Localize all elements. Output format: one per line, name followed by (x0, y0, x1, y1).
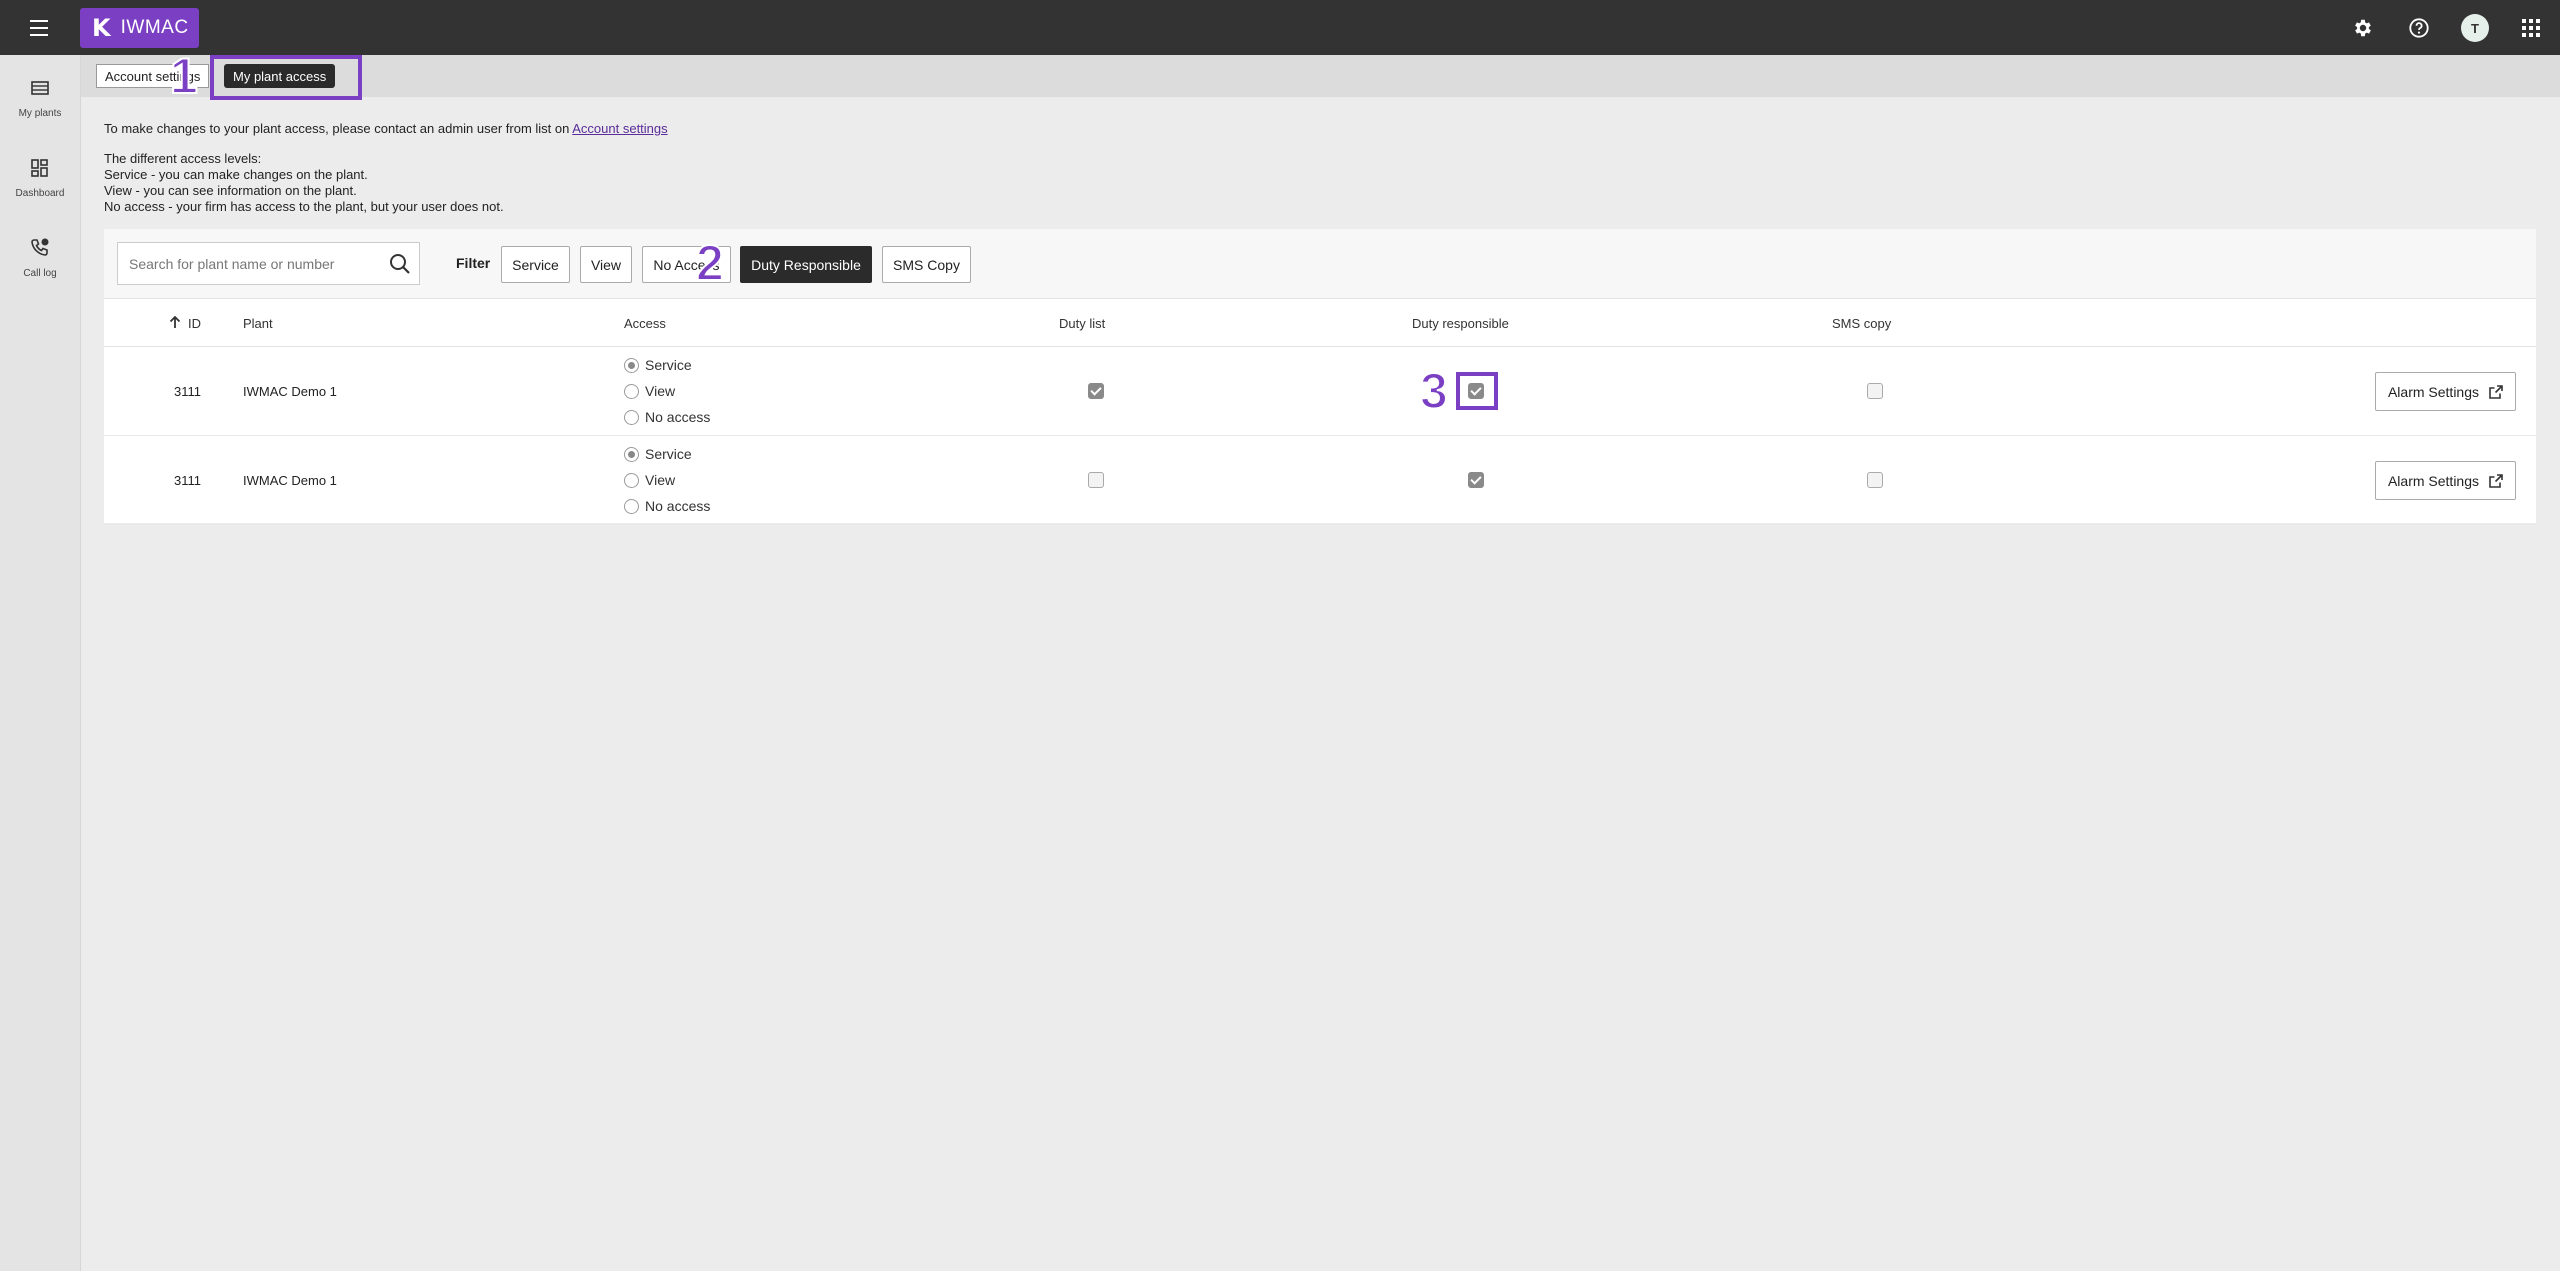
sms-copy-checkbox[interactable] (1867, 472, 1883, 488)
alarm-settings-button[interactable]: Alarm Settings (2375, 461, 2516, 500)
access-radio-service[interactable]: Service (624, 446, 692, 462)
sidebar-item-dashboard[interactable]: Dashboard (0, 157, 80, 201)
sidebar-item-call-log[interactable]: Call log (0, 237, 80, 281)
radio-button[interactable] (624, 409, 639, 425)
tab-strip (81, 55, 2560, 97)
access-levels-title: The different access levels: (104, 151, 262, 166)
settings-gear-icon[interactable] (2350, 15, 2376, 41)
radio-label: View (645, 383, 676, 399)
filter-label: Filter (456, 255, 491, 271)
table-header: ID Plant Access Duty list Duty responsib… (104, 299, 2536, 347)
account-settings-link[interactable]: Account settings (572, 121, 667, 136)
table-row: 3111 IWMAC Demo 1 Service View No access… (104, 347, 2536, 436)
filter-service-button[interactable]: Service (501, 246, 570, 283)
info-contact-text: To make changes to your plant access, pl… (104, 121, 668, 136)
top-bar: K IWMAC T (0, 0, 2560, 55)
highlight-box-duty-responsible (1456, 372, 1498, 410)
access-radio-view[interactable]: View (624, 472, 675, 488)
column-header-id[interactable]: ID (188, 316, 201, 331)
search-input[interactable] (118, 243, 368, 284)
alarm-settings-button[interactable]: Alarm Settings (2375, 372, 2516, 411)
duty-list-checkbox[interactable] (1088, 383, 1104, 399)
hamburger-menu-icon[interactable] (22, 14, 58, 42)
radio-button[interactable] (624, 498, 639, 514)
column-header-sms-copy[interactable]: SMS copy (1832, 316, 1891, 331)
search-box (117, 242, 420, 285)
list-icon (31, 81, 49, 95)
access-radio-view[interactable]: View (624, 383, 675, 399)
sidebar-item-label: Call log (23, 268, 57, 279)
alarm-settings-label: Alarm Settings (2387, 383, 2480, 400)
plant-id: 3111 (174, 384, 201, 399)
radio-button[interactable] (624, 446, 639, 462)
apps-grid-icon[interactable] (2518, 15, 2544, 41)
step-marker-3: 3 (1419, 363, 1449, 419)
filter-bar: Filter Service View No Access Duty Respo… (104, 229, 2536, 299)
plant-name: IWMAC Demo 1 (243, 473, 337, 488)
step-marker-2: 2 (695, 235, 725, 291)
column-header-access[interactable]: Access (624, 316, 666, 331)
radio-label: Service (645, 446, 692, 462)
sidebar-item-label: My plants (18, 108, 62, 119)
column-header-duty-responsible[interactable]: Duty responsible (1412, 316, 1509, 331)
sort-ascending-icon[interactable] (169, 315, 181, 332)
radio-label: No access (645, 409, 711, 425)
access-level-noaccess: No access - your firm has access to the … (104, 199, 504, 214)
filter-sms-copy-button[interactable]: SMS Copy (882, 246, 971, 283)
radio-button[interactable] (624, 472, 639, 488)
access-radio-no-access[interactable]: No access (624, 409, 710, 425)
sidebar-item-label: Dashboard (15, 188, 65, 199)
external-link-icon (2489, 473, 2503, 488)
radio-button[interactable] (624, 383, 639, 399)
user-avatar[interactable]: T (2461, 14, 2489, 42)
phone-icon (31, 238, 49, 256)
access-radio-service[interactable]: Service (624, 357, 692, 373)
duty-responsible-checkbox[interactable] (1468, 472, 1484, 488)
column-header-plant[interactable]: Plant (243, 316, 273, 331)
tab-my-plant-access[interactable]: My plant access (224, 64, 336, 88)
help-icon[interactable] (2406, 15, 2432, 41)
column-header-duty-list[interactable]: Duty list (1059, 316, 1105, 331)
logo-text: IWMAC (120, 17, 189, 38)
access-level-service: Service - you can make changes on the pl… (104, 167, 368, 182)
plant-name: IWMAC Demo 1 (243, 384, 337, 399)
logo-mark: K (92, 14, 111, 42)
radio-label: View (645, 472, 676, 488)
access-level-view: View - you can see information on the pl… (104, 183, 357, 198)
radio-label: No access (645, 498, 711, 514)
table-row: 3111 IWMAC Demo 1 Service View No access… (104, 436, 2536, 525)
step-marker-1: 1 (169, 48, 199, 104)
external-link-icon (2489, 384, 2503, 399)
sidebar: My plants Dashboard Call log (0, 55, 81, 1271)
dashboard-icon (31, 159, 48, 177)
sms-copy-checkbox[interactable] (1867, 383, 1883, 399)
plant-id: 3111 (174, 473, 201, 488)
filter-view-button[interactable]: View (580, 246, 632, 283)
info-line1-prefix: To make changes to your plant access, pl… (104, 121, 573, 136)
access-radio-no-access[interactable]: No access (624, 498, 710, 514)
plant-access-panel: Filter Service View No Access Duty Respo… (104, 229, 2536, 525)
search-icon[interactable] (389, 253, 411, 275)
alarm-settings-label: Alarm Settings (2387, 472, 2480, 489)
radio-button[interactable] (624, 357, 639, 373)
app-logo[interactable]: K IWMAC (80, 8, 199, 48)
filter-duty-responsible-button[interactable]: Duty Responsible (740, 246, 872, 283)
sidebar-item-my-plants[interactable]: My plants (0, 77, 80, 121)
radio-label: Service (645, 357, 692, 373)
duty-list-checkbox[interactable] (1088, 472, 1104, 488)
